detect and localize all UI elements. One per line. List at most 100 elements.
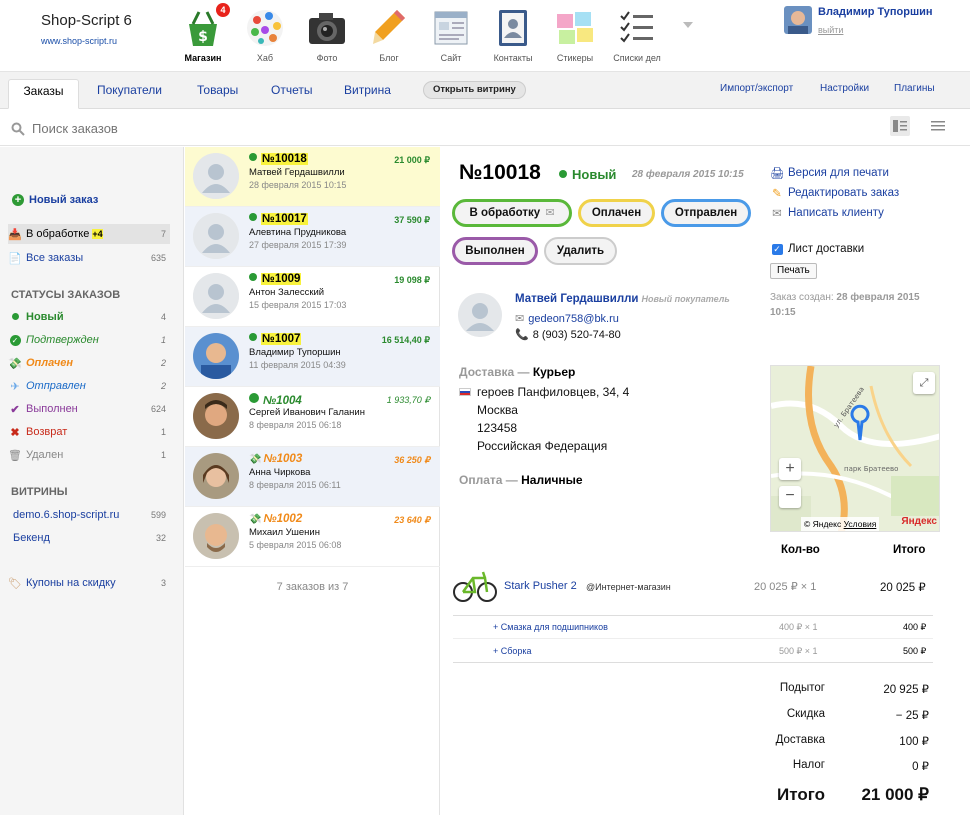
app-blog[interactable]: Блог bbox=[358, 0, 420, 72]
split-view-icon bbox=[893, 120, 907, 132]
settings-link[interactable]: Настройки bbox=[820, 83, 869, 94]
new-order-label: Новый заказ bbox=[29, 194, 99, 206]
paid-button[interactable]: Оплачен bbox=[578, 199, 655, 227]
view-list-button[interactable] bbox=[928, 116, 948, 136]
delete-button[interactable]: Удалить bbox=[544, 237, 617, 265]
plugins-link[interactable]: Плагины bbox=[894, 83, 935, 94]
user-avatar[interactable] bbox=[784, 6, 812, 34]
customer-email[interactable]: ✉ gedeon758@bk.ru bbox=[515, 312, 619, 325]
tab-customers[interactable]: Покупатели bbox=[85, 79, 174, 109]
app-photos[interactable]: Фото bbox=[296, 0, 358, 72]
grand-total-value: 21 000 ₽ bbox=[861, 785, 929, 804]
hub-icon bbox=[247, 10, 283, 46]
service-name-link[interactable]: + Сборка bbox=[493, 646, 532, 656]
service-name-link[interactable]: + Смазка для подшипников bbox=[493, 622, 608, 632]
product-name-link[interactable]: Stark Pusher 2 bbox=[504, 580, 577, 592]
sidebar-item-processing[interactable]: 📥 В обработке +4 7 bbox=[8, 224, 170, 244]
contacts-icon bbox=[499, 10, 527, 46]
complete-button[interactable]: Выполнен bbox=[452, 237, 538, 265]
order-row[interactable]: №1004 1 933,70 ₽ Сергей Иванович Галанин… bbox=[185, 387, 440, 447]
sidebar-item-status-confirmed[interactable]: ✓ Подтвержден 1 bbox=[8, 330, 170, 350]
map-park-label: парк Братеево bbox=[844, 465, 898, 473]
app-hub[interactable]: Хаб bbox=[234, 0, 296, 72]
map-zoom-out-button[interactable]: − bbox=[779, 486, 801, 508]
order-row[interactable]: 💸 №1002 23 640 ₽ Михаил Ушенин 5 февраля … bbox=[185, 507, 440, 567]
map-terms-link[interactable]: Условия bbox=[844, 519, 877, 529]
app-label: Сайт bbox=[440, 53, 462, 63]
tab-storefront[interactable]: Витрина bbox=[332, 79, 403, 109]
sidebar-count: 624 bbox=[150, 404, 166, 414]
shipped-button[interactable]: Отправлен bbox=[661, 199, 751, 227]
sidebar-item-status-refund[interactable]: ✖ Возврат 1 bbox=[8, 422, 170, 442]
total-header: Итого bbox=[893, 544, 926, 556]
sidebar-count: 1 bbox=[160, 335, 166, 345]
edit-order-link[interactable]: ✎ Редактировать заказ bbox=[770, 186, 899, 200]
sidebar-count: 635 bbox=[150, 253, 166, 263]
app-label: Хаб bbox=[256, 53, 274, 63]
order-row[interactable]: №1009 19 098 ₽ Антон Залесский 15 феврал… bbox=[185, 267, 440, 327]
order-row[interactable]: 💸 №1003 36 250 ₽ Анна Чиркова 8 февраля 2… bbox=[185, 447, 440, 507]
search-icon bbox=[11, 122, 25, 136]
map-zoom-in-button[interactable]: + bbox=[779, 458, 801, 480]
sidebar-item-storefront-demo[interactable]: demo.6.shop-script.ru 599 bbox=[13, 505, 170, 525]
sidebar-item-status-new[interactable]: Новый 4 bbox=[8, 307, 170, 327]
delivery-map[interactable]: ул. Братеева парк Братеево ⤢ + − © Яндек… bbox=[770, 365, 940, 532]
view-split-button[interactable] bbox=[890, 116, 910, 136]
divider bbox=[453, 638, 933, 639]
process-button[interactable]: В обработку ✉ bbox=[452, 199, 572, 227]
new-order-button[interactable]: + Новый заказ bbox=[12, 194, 98, 206]
top-bar: Shop-Script 6 www.shop-script.ru $ 4 Маг… bbox=[0, 0, 970, 72]
customer-name-text: Матвей Гердашвилли bbox=[515, 293, 639, 305]
more-apps-chevron-down-icon[interactable] bbox=[683, 22, 693, 28]
sidebar-item-status-deleted[interactable]: 🗑 Удален 1 bbox=[8, 445, 170, 465]
write-client-link[interactable]: ✉ Написать клиенту bbox=[770, 206, 884, 220]
print-button[interactable]: Печать bbox=[770, 263, 817, 279]
sidebar-item-label: Купоны на скидку bbox=[26, 577, 116, 589]
customer-name[interactable]: Матвей Гердашвилли Новый покупатель bbox=[515, 293, 730, 305]
sidebar-count: 2 bbox=[160, 381, 166, 391]
order-status: Новый bbox=[559, 167, 616, 182]
grand-total-label: Итого bbox=[777, 785, 825, 804]
tab-orders[interactable]: Заказы bbox=[8, 79, 79, 109]
order-row[interactable]: №1007 16 514,40 ₽ Владимир Тупоршин 11 ф… bbox=[185, 327, 440, 387]
order-number: №1007 bbox=[261, 333, 302, 345]
sidebar-count: 1 bbox=[160, 450, 166, 460]
order-row[interactable]: №10017 37 590 ₽ Алевтина Прудникова 27 ф… bbox=[185, 207, 440, 267]
sidebar-item-status-shipped[interactable]: ✈ Отправлен 2 bbox=[8, 376, 170, 396]
app-contacts[interactable]: Контакты bbox=[482, 0, 544, 72]
app-site[interactable]: Сайт bbox=[420, 0, 482, 72]
app-checklists[interactable]: Списки дел bbox=[606, 0, 668, 72]
order-row-selected[interactable]: №10018 21 000 ₽ Матвей Гердашвилли 28 фе… bbox=[185, 147, 440, 207]
customer-tag: Новый покупатель bbox=[641, 294, 730, 304]
ru-flag-icon bbox=[459, 388, 471, 396]
map-fullscreen-button[interactable]: ⤢ bbox=[913, 372, 935, 394]
product-thumbnail bbox=[453, 571, 497, 602]
search-input[interactable] bbox=[32, 118, 332, 138]
brand-url[interactable]: www.shop-script.ru bbox=[41, 36, 132, 46]
order-customer: Алевтина Прудникова bbox=[249, 227, 347, 238]
sidebar-item-storefront-backend[interactable]: Бекенд 32 bbox=[13, 528, 170, 548]
delivery-sheet-checkbox[interactable]: ✓ Лист доставки bbox=[770, 243, 864, 255]
sidebar-count: 599 bbox=[150, 510, 166, 520]
customer-avatar bbox=[193, 333, 239, 379]
app-stickers[interactable]: Стикеры bbox=[544, 0, 606, 72]
import-export-link[interactable]: Импорт/экспорт bbox=[720, 83, 793, 94]
tab-reports[interactable]: Отчеты bbox=[259, 79, 324, 109]
discount-label: Скидка bbox=[786, 708, 825, 720]
open-storefront-button[interactable]: Открыть витрину bbox=[423, 81, 526, 99]
sidebar-item-all-orders[interactable]: 📄 Все заказы 635 bbox=[8, 248, 170, 268]
print-version-link[interactable]: 🖨 Версия для печати bbox=[770, 166, 889, 180]
sidebar-item-status-paid[interactable]: 💸 Оплачен 2 bbox=[8, 353, 170, 373]
sidebar-item-label: Отправлен bbox=[26, 380, 86, 392]
user-name[interactable]: Владимир Тупоршин bbox=[818, 6, 933, 18]
app-shop[interactable]: $ 4 Магазин bbox=[172, 0, 234, 72]
customer-avatar-placeholder bbox=[458, 293, 502, 337]
product-price: 20 025 ₽ × 1 bbox=[754, 581, 817, 593]
logout-link[interactable]: выйти bbox=[818, 25, 933, 35]
payment-method: Наличные bbox=[521, 473, 583, 487]
sidebar-item-label: Оплачен bbox=[26, 357, 73, 369]
tab-products[interactable]: Товары bbox=[185, 79, 250, 109]
user-menu[interactable]: Владимир Тупоршин выйти bbox=[784, 6, 933, 35]
sidebar-item-coupons[interactable]: 🏷 Купоны на скидку 3 bbox=[8, 573, 170, 593]
sidebar-item-status-completed[interactable]: ✔ Выполнен 624 bbox=[8, 399, 170, 419]
